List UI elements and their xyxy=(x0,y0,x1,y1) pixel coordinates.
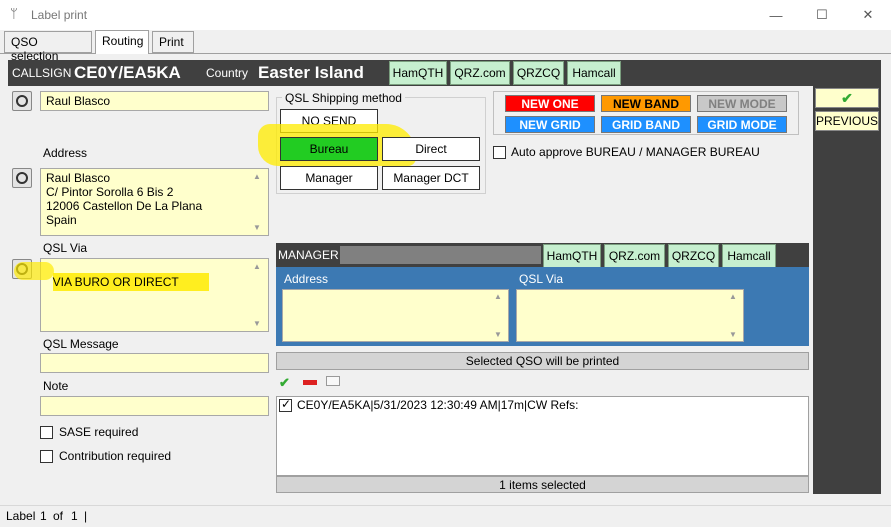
direct-button[interactable]: Direct xyxy=(382,137,480,161)
hamqth-button[interactable]: HamQTH xyxy=(389,61,447,85)
manager-hamqth-button[interactable]: HamQTH xyxy=(543,244,601,268)
qso-row[interactable]: CE0Y/EA5KA|5/31/2023 12:30:49 AM|17m|CW … xyxy=(297,398,579,412)
status-label: Label xyxy=(6,509,36,523)
note-label: Note xyxy=(43,379,69,393)
qsl-message-field[interactable] xyxy=(40,353,269,373)
contribution-checkbox[interactable] xyxy=(40,450,53,463)
manager-hamcall-button[interactable]: Hamcall xyxy=(722,244,776,268)
country-label: Country xyxy=(206,66,249,80)
address-label: Address xyxy=(43,146,88,160)
address-field[interactable]: Raul Blasco C/ Pintor Sorolla 6 Bis 2 12… xyxy=(40,168,269,236)
refresh-icon xyxy=(16,95,28,107)
select-all-icon[interactable]: ✔ xyxy=(279,375,290,391)
invert-selection-icon[interactable] xyxy=(326,376,340,386)
tab-routing[interactable]: Routing xyxy=(95,30,149,54)
manager-address-label: Address xyxy=(284,272,329,286)
shipping-title: QSL Shipping method xyxy=(282,91,405,105)
tab-print[interactable]: Print xyxy=(152,31,194,53)
grid-band-badge[interactable]: GRID BAND xyxy=(601,116,691,133)
tab-qso-selection[interactable]: QSO selection xyxy=(4,31,92,63)
manager-address-field[interactable] xyxy=(282,289,509,342)
right-panel xyxy=(813,86,881,494)
qso-list-header: Selected QSO will be printed xyxy=(276,352,809,370)
status-separator: | xyxy=(84,509,88,523)
new-one-badge[interactable]: NEW ONE xyxy=(505,95,595,112)
new-band-badge[interactable]: NEW BAND xyxy=(601,95,691,112)
deselect-all-icon[interactable] xyxy=(303,380,317,385)
name-field[interactable]: Raul Blasco xyxy=(40,91,269,111)
contribution-label: Contribution required xyxy=(59,449,172,463)
qsl-via-field[interactable]: VIA BURO OR DIRECT xyxy=(40,258,269,332)
auto-approve-label: Auto approve BUREAU / MANAGER BUREAU xyxy=(511,145,760,159)
qsl-via-scrollbar[interactable]: ▲ ▼ xyxy=(253,262,265,328)
manager-qrzcom-button[interactable]: QRZ.com xyxy=(604,244,665,268)
country-value: Easter Island xyxy=(258,63,364,82)
sase-label: SASE required xyxy=(59,425,139,439)
callsign-label: CALLSIGN xyxy=(12,66,72,80)
app-icon: ᛘ xyxy=(10,6,18,21)
refresh-address-button[interactable] xyxy=(12,168,32,188)
qrzcq-button[interactable]: QRZCQ xyxy=(513,61,564,85)
manager-qsl-via-label: QSL Via xyxy=(519,272,564,286)
manager-address-scrollbar[interactable]: ▲ ▼ xyxy=(494,292,506,339)
grid-mode-badge[interactable]: GRID MODE xyxy=(697,116,787,133)
status-of: of xyxy=(53,509,64,523)
status-bar xyxy=(0,505,891,527)
sase-checkbox[interactable] xyxy=(40,426,53,439)
previous-button[interactable]: PREVIOUS xyxy=(815,111,879,131)
manager-qsl-via-scrollbar[interactable]: ▲ ▼ xyxy=(729,292,741,339)
close-button[interactable]: ✕ xyxy=(845,0,891,30)
hamcall-button[interactable]: Hamcall xyxy=(567,61,621,85)
refresh-name-button[interactable] xyxy=(12,91,32,111)
qrzcom-button[interactable]: QRZ.com xyxy=(450,61,510,85)
manager-button[interactable]: Manager xyxy=(280,166,378,190)
auto-approve-checkbox[interactable] xyxy=(493,146,506,159)
new-mode-badge[interactable]: NEW MODE xyxy=(697,95,787,112)
refresh-icon xyxy=(16,172,28,184)
qsl-via-text: VIA BURO OR DIRECT xyxy=(52,273,209,291)
checkmark-icon: ✓ xyxy=(281,397,292,411)
manager-qrzcq-button[interactable]: QRZCQ xyxy=(668,244,719,268)
window-title: Label print xyxy=(31,8,88,22)
minimize-button[interactable]: — xyxy=(753,0,799,30)
status-current-page: 1 xyxy=(40,509,47,523)
callsign-value: CE0Y/EA5KA xyxy=(74,63,181,82)
checkmark-icon: ✔ xyxy=(841,89,853,106)
new-grid-badge[interactable]: NEW GRID xyxy=(505,116,595,133)
address-scrollbar[interactable]: ▲ ▼ xyxy=(253,172,265,232)
note-field[interactable] xyxy=(40,396,269,416)
qsl-via-label: QSL Via xyxy=(43,241,88,255)
manager-callsign-field[interactable] xyxy=(340,246,541,264)
maximize-button[interactable]: ☐ xyxy=(799,0,845,30)
qsl-message-label: QSL Message xyxy=(43,337,119,351)
manager-dct-button[interactable]: Manager DCT xyxy=(382,166,480,190)
qso-row-checkbox[interactable]: ✓ xyxy=(279,397,292,412)
status-total-pages: 1 xyxy=(71,509,78,523)
manager-qsl-via-field[interactable] xyxy=(516,289,744,342)
manager-label: MANAGER xyxy=(278,248,339,262)
highlight-mark xyxy=(14,262,54,280)
qso-list-footer: 1 items selected xyxy=(276,476,809,493)
approve-button[interactable]: ✔ xyxy=(815,88,879,108)
bureau-button[interactable]: Bureau xyxy=(280,137,378,161)
